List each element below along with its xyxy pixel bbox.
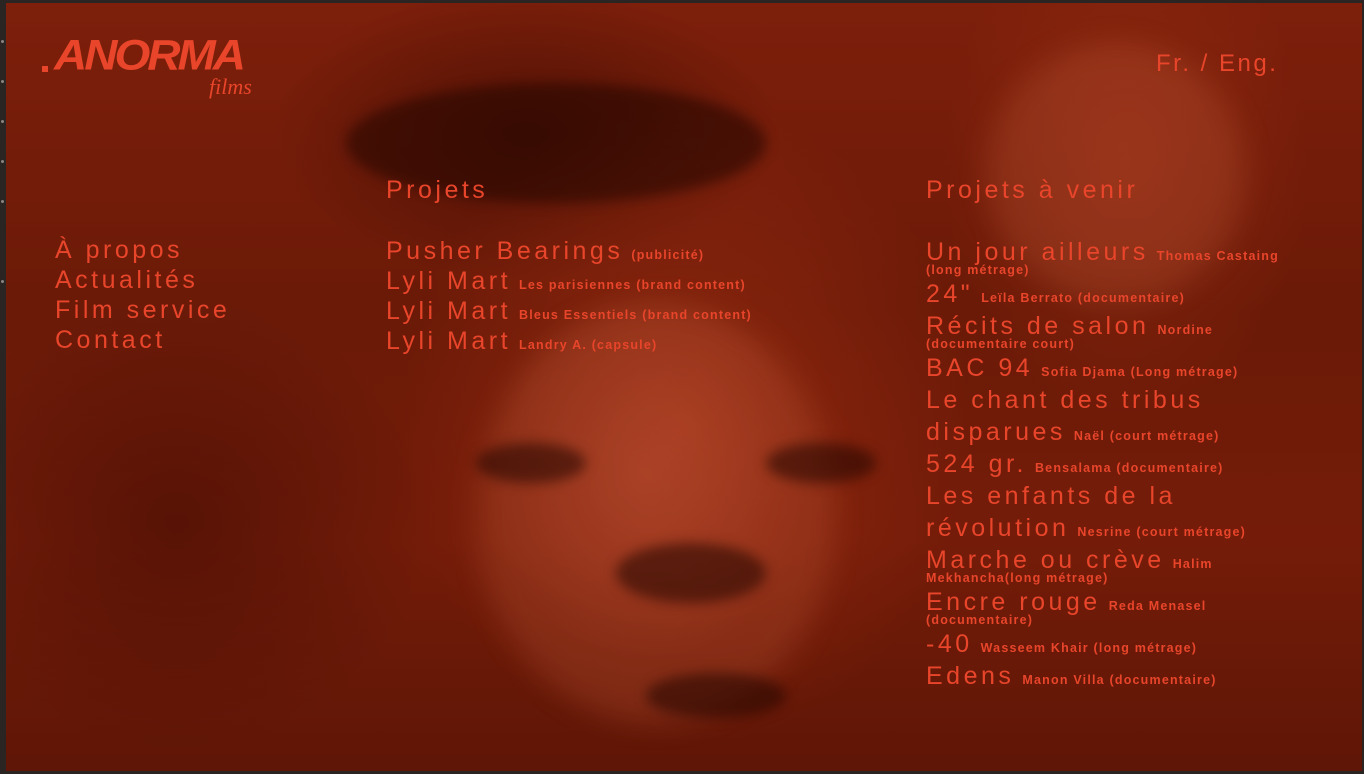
upcoming-item[interactable]: BAC 94 Sofia Djama (Long métrage) [926, 354, 1326, 386]
upcoming-item[interactable]: Marche ou crève Halim Mekhancha(long métra… [926, 546, 1326, 584]
project-item[interactable]: Lyli Mart Landry A. (capsule) [386, 326, 752, 356]
logo-subtitle: films [209, 74, 252, 99]
project-item[interactable]: Lyli Mart Bleus Essentiels (brand content… [386, 296, 752, 326]
upcoming-item[interactable]: disparues Naël (court métrage) [926, 418, 1326, 450]
upcoming-item[interactable]: Edens Manon Villa (documentaire) [926, 662, 1326, 694]
upcoming-item[interactable]: Le chant des tribus [926, 386, 1326, 418]
project-item[interactable]: Pusher Bearings (publicité) [386, 236, 752, 266]
nav-contact[interactable]: Contact [55, 325, 230, 355]
logo-wordmark: ANORMA [54, 31, 246, 79]
upcoming-heading: Projets à venir [926, 176, 1139, 204]
upcoming-list: Un jour ailleurs Thomas Castaing (long mét… [926, 238, 1326, 694]
upcoming-item[interactable]: révolution Nesrine (court métrage) [926, 514, 1326, 546]
nav-film-service[interactable]: Film service [55, 295, 230, 325]
upcoming-item[interactable]: 524 gr. Bensalama (documentaire) [926, 450, 1326, 482]
upcoming-item[interactable]: Les enfants de la [926, 482, 1326, 514]
main-nav: À propos Actualités Film service Contact [55, 235, 230, 355]
window-left-edge [0, 0, 6, 774]
projets-heading: Projets [386, 176, 489, 204]
window-top-edge [0, 0, 1364, 3]
language-switch[interactable]: Fr. / Eng. [1156, 50, 1278, 78]
upcoming-item[interactable]: Encre rouge Reda Menasel (documentaire) [926, 588, 1326, 626]
upcoming-item[interactable]: Récits de salon Nordine (documentaire cour… [926, 312, 1326, 350]
nav-about[interactable]: À propos [55, 235, 230, 265]
upcoming-item[interactable]: Un jour ailleurs Thomas Castaing (long mét… [926, 238, 1326, 276]
upcoming-item[interactable]: 24" Leïla Berrato (documentaire) [926, 280, 1326, 312]
logo-dot [42, 66, 48, 72]
upcoming-item[interactable]: -40 Wasseem Khair (long métrage) [926, 630, 1326, 662]
projets-list: Pusher Bearings (publicité) Lyli Mart Les … [386, 236, 752, 356]
project-item[interactable]: Lyli Mart Les parisiennes (brand content) [386, 266, 752, 296]
nav-news[interactable]: Actualités [55, 265, 230, 295]
